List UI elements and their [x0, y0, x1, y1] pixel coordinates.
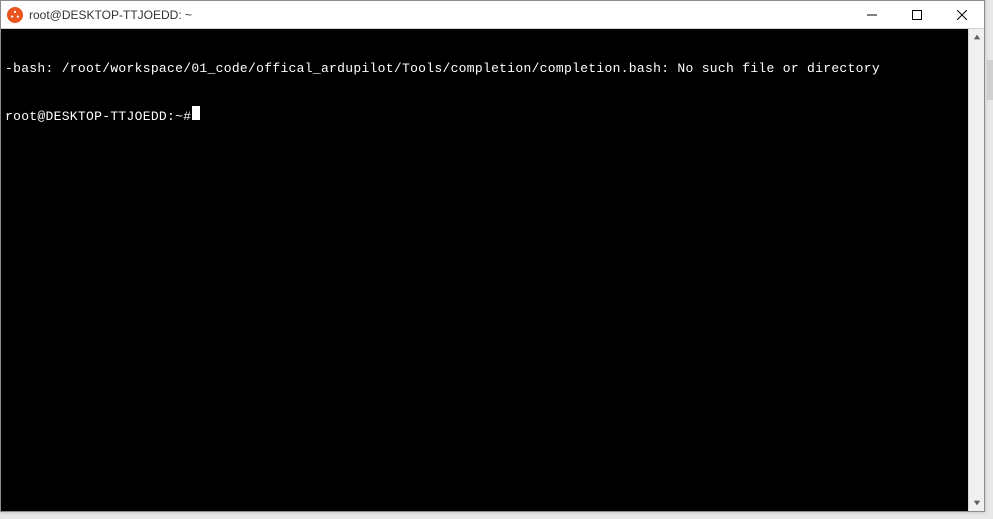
terminal-window: root@DESKTOP-TTJOEDD: ~ -bash: /root/wor…: [0, 0, 985, 512]
maximize-button[interactable]: [894, 1, 939, 29]
background-window-fragment: [987, 60, 993, 100]
titlebar[interactable]: root@DESKTOP-TTJOEDD: ~: [1, 1, 984, 29]
terminal-prompt-line: root@DESKTOP-TTJOEDD:~#: [5, 106, 964, 124]
vertical-scrollbar[interactable]: [968, 29, 984, 511]
ubuntu-icon: [7, 7, 23, 23]
terminal-cursor: [192, 106, 200, 120]
minimize-button[interactable]: [849, 1, 894, 29]
terminal-prompt: root@DESKTOP-TTJOEDD:~#: [5, 109, 191, 124]
scroll-down-button[interactable]: [969, 495, 985, 511]
close-button[interactable]: [939, 1, 984, 29]
terminal-content[interactable]: -bash: /root/workspace/01_code/offical_a…: [1, 29, 968, 511]
window-controls: [849, 1, 984, 29]
terminal-area: -bash: /root/workspace/01_code/offical_a…: [1, 29, 984, 511]
scroll-up-button[interactable]: [969, 29, 985, 45]
window-title: root@DESKTOP-TTJOEDD: ~: [29, 8, 849, 22]
terminal-output-line: -bash: /root/workspace/01_code/offical_a…: [5, 61, 964, 76]
